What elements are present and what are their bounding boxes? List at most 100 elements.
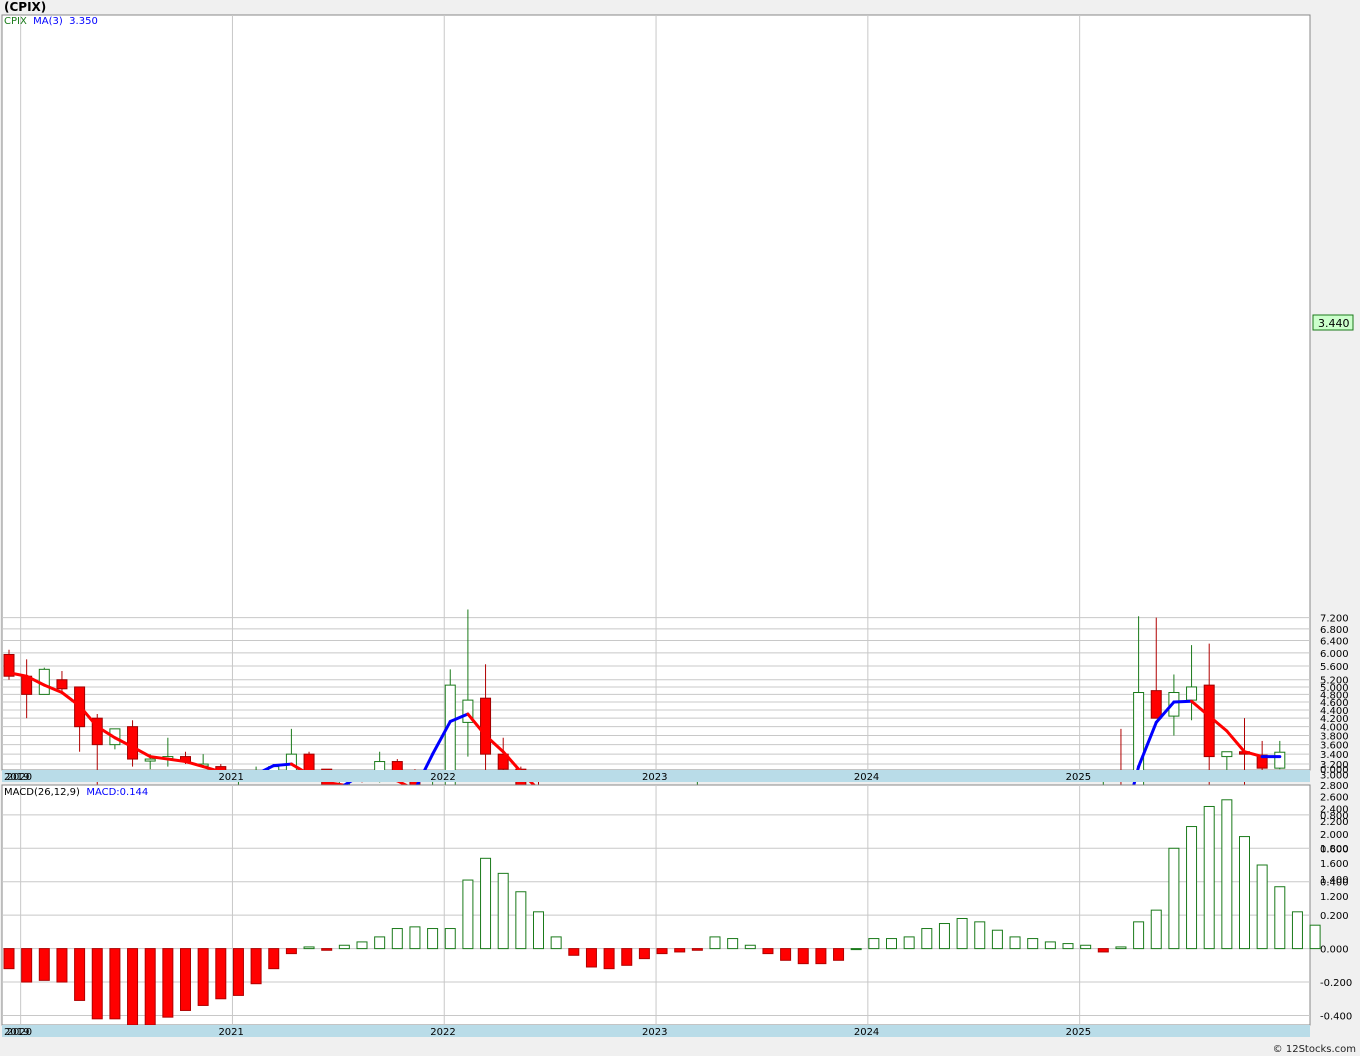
macd-bar-negative [1097,948,1109,953]
macd-bar-negative [197,948,209,1006]
macd-bar-negative [268,948,280,970]
macd-bar-positive [1133,921,1145,950]
legend-ma-value: 3.350 [69,16,98,27]
macd-tick-label: 0.000 [1320,945,1349,956]
price-tick-label: 7.200 [1320,614,1349,625]
macd-bar-positive [550,936,562,950]
candle-body-down [1150,690,1162,719]
candle-body-down [480,697,492,755]
macd-tick-label: 0.800 [1320,811,1349,822]
legend-macd-value: MACD:0.144 [86,787,149,798]
macd-year-label: 2023 [642,1027,667,1038]
candle-body-up [1221,751,1233,758]
macd-bar-positive [1309,924,1321,950]
macd-bar-positive [868,938,880,950]
macd-bar-positive [356,941,368,950]
price-year-label: 2021 [218,772,243,783]
price-year-label: 2023 [642,772,667,783]
macd-bar-negative [232,948,244,996]
macd-bar-negative [144,948,156,1026]
macd-bar-positive [1239,836,1250,950]
price-year-label: 2022 [430,772,455,783]
candle-body-up [144,758,156,762]
macd-bar-positive [1186,826,1198,950]
macd-bar-negative [3,948,15,970]
last-price-tag: 3.440 [1312,314,1354,331]
macd-bar-positive [1203,805,1215,950]
price-tick-label: 6.400 [1320,637,1349,648]
price-year-label: 2024 [854,772,879,783]
macd-bar-negative [215,948,227,1000]
macd-bar-positive [1150,909,1162,950]
macd-bar-negative [762,948,774,955]
macd-bar-positive [338,944,350,950]
macd-bar-positive [903,936,915,950]
macd-year-label: 2020 [7,1027,32,1038]
macd-bar-negative [21,948,33,983]
credit-text: © 12Stocks.com [1272,1044,1356,1055]
macd-bar-negative [162,948,174,1018]
macd-tick-label: -0.400 [1320,1011,1352,1022]
price-tick-label: 5.600 [1320,662,1349,673]
macd-bar-positive [744,944,756,950]
macd-bar-negative [691,948,703,951]
macd-bar-negative [38,948,50,981]
last-price-text: 3.440 [1318,317,1350,330]
macd-bar-positive [727,938,739,950]
macd-bar-positive [1256,864,1268,950]
macd-bar-positive [956,918,968,950]
macd-bar-negative [603,948,615,970]
macd-bar-positive [374,936,386,950]
macd-bar-positive [886,938,897,950]
macd-bar-positive [391,928,403,950]
price-axis: 7.2006.8006.4006.0005.6005.2005.0004.800… [1320,614,1349,903]
macd-axis: 0.800 0.600 0.400 0.200 0.000 -0.200 -0.400 [1320,811,1352,1023]
macd-bar-negative [621,948,633,966]
macd-bar-negative [180,948,191,1011]
macd-bar-negative [91,948,103,1020]
macd-bar-negative [638,948,650,960]
macd-bar-positive [480,857,492,950]
macd-tick-label: 0.600 [1320,844,1349,855]
candle-body-up [1274,751,1286,769]
macd-year-label: 2024 [854,1027,879,1038]
price-tick-label: 2.600 [1320,793,1349,804]
macd-bar-positive [1115,946,1127,950]
macd-bar-positive [515,891,527,950]
macd-bar-positive [1062,943,1074,950]
macd-bar-positive [1009,936,1021,950]
macd-bar-negative [285,948,297,955]
price-legend: CPIX MA(3) 3.350 [4,16,98,27]
candle-body-down [303,753,315,773]
macd-bar-negative [780,948,792,961]
macd-bar-positive [497,872,509,950]
macd-tick-label: -0.200 [1320,978,1352,989]
macd-bar-positive [709,936,721,950]
macd-bar-positive [444,928,456,950]
macd-bar-positive [303,946,315,950]
macd-year-label: 2021 [218,1027,243,1038]
price-tick-label: 6.800 [1320,625,1349,636]
price-tick-label: 6.000 [1320,649,1349,660]
macd-bar-positive [991,929,1003,950]
price-year-label: 2025 [1066,772,1091,783]
macd-bar-negative [127,948,139,1026]
legend-symbol: CPIX [4,16,27,27]
ma-segment [1172,699,1194,704]
macd-bar-negative [568,948,580,956]
macd-tick-label: 0.200 [1320,911,1349,922]
macd-bar-positive [1044,941,1056,950]
price-year-label: 2020 [7,772,32,783]
macd-bar-negative [797,948,809,965]
macd-tick-label: 0.400 [1320,878,1349,889]
macd-bar-positive [427,928,439,950]
candle-body-up [1186,686,1198,701]
macd-bar-positive [409,926,421,950]
macd-bar-positive [1080,944,1092,950]
macd-legend: MACD(26,12,9) MACD:0.144 [4,787,148,798]
macd-bar-positive [921,928,933,950]
stock-chart: 7.2006.8006.4006.0005.6005.2005.0004.800… [1,14,1354,1038]
macd-bar-negative [250,948,262,985]
macd-bar-positive [974,921,986,950]
macd-bar-positive [1291,911,1303,950]
